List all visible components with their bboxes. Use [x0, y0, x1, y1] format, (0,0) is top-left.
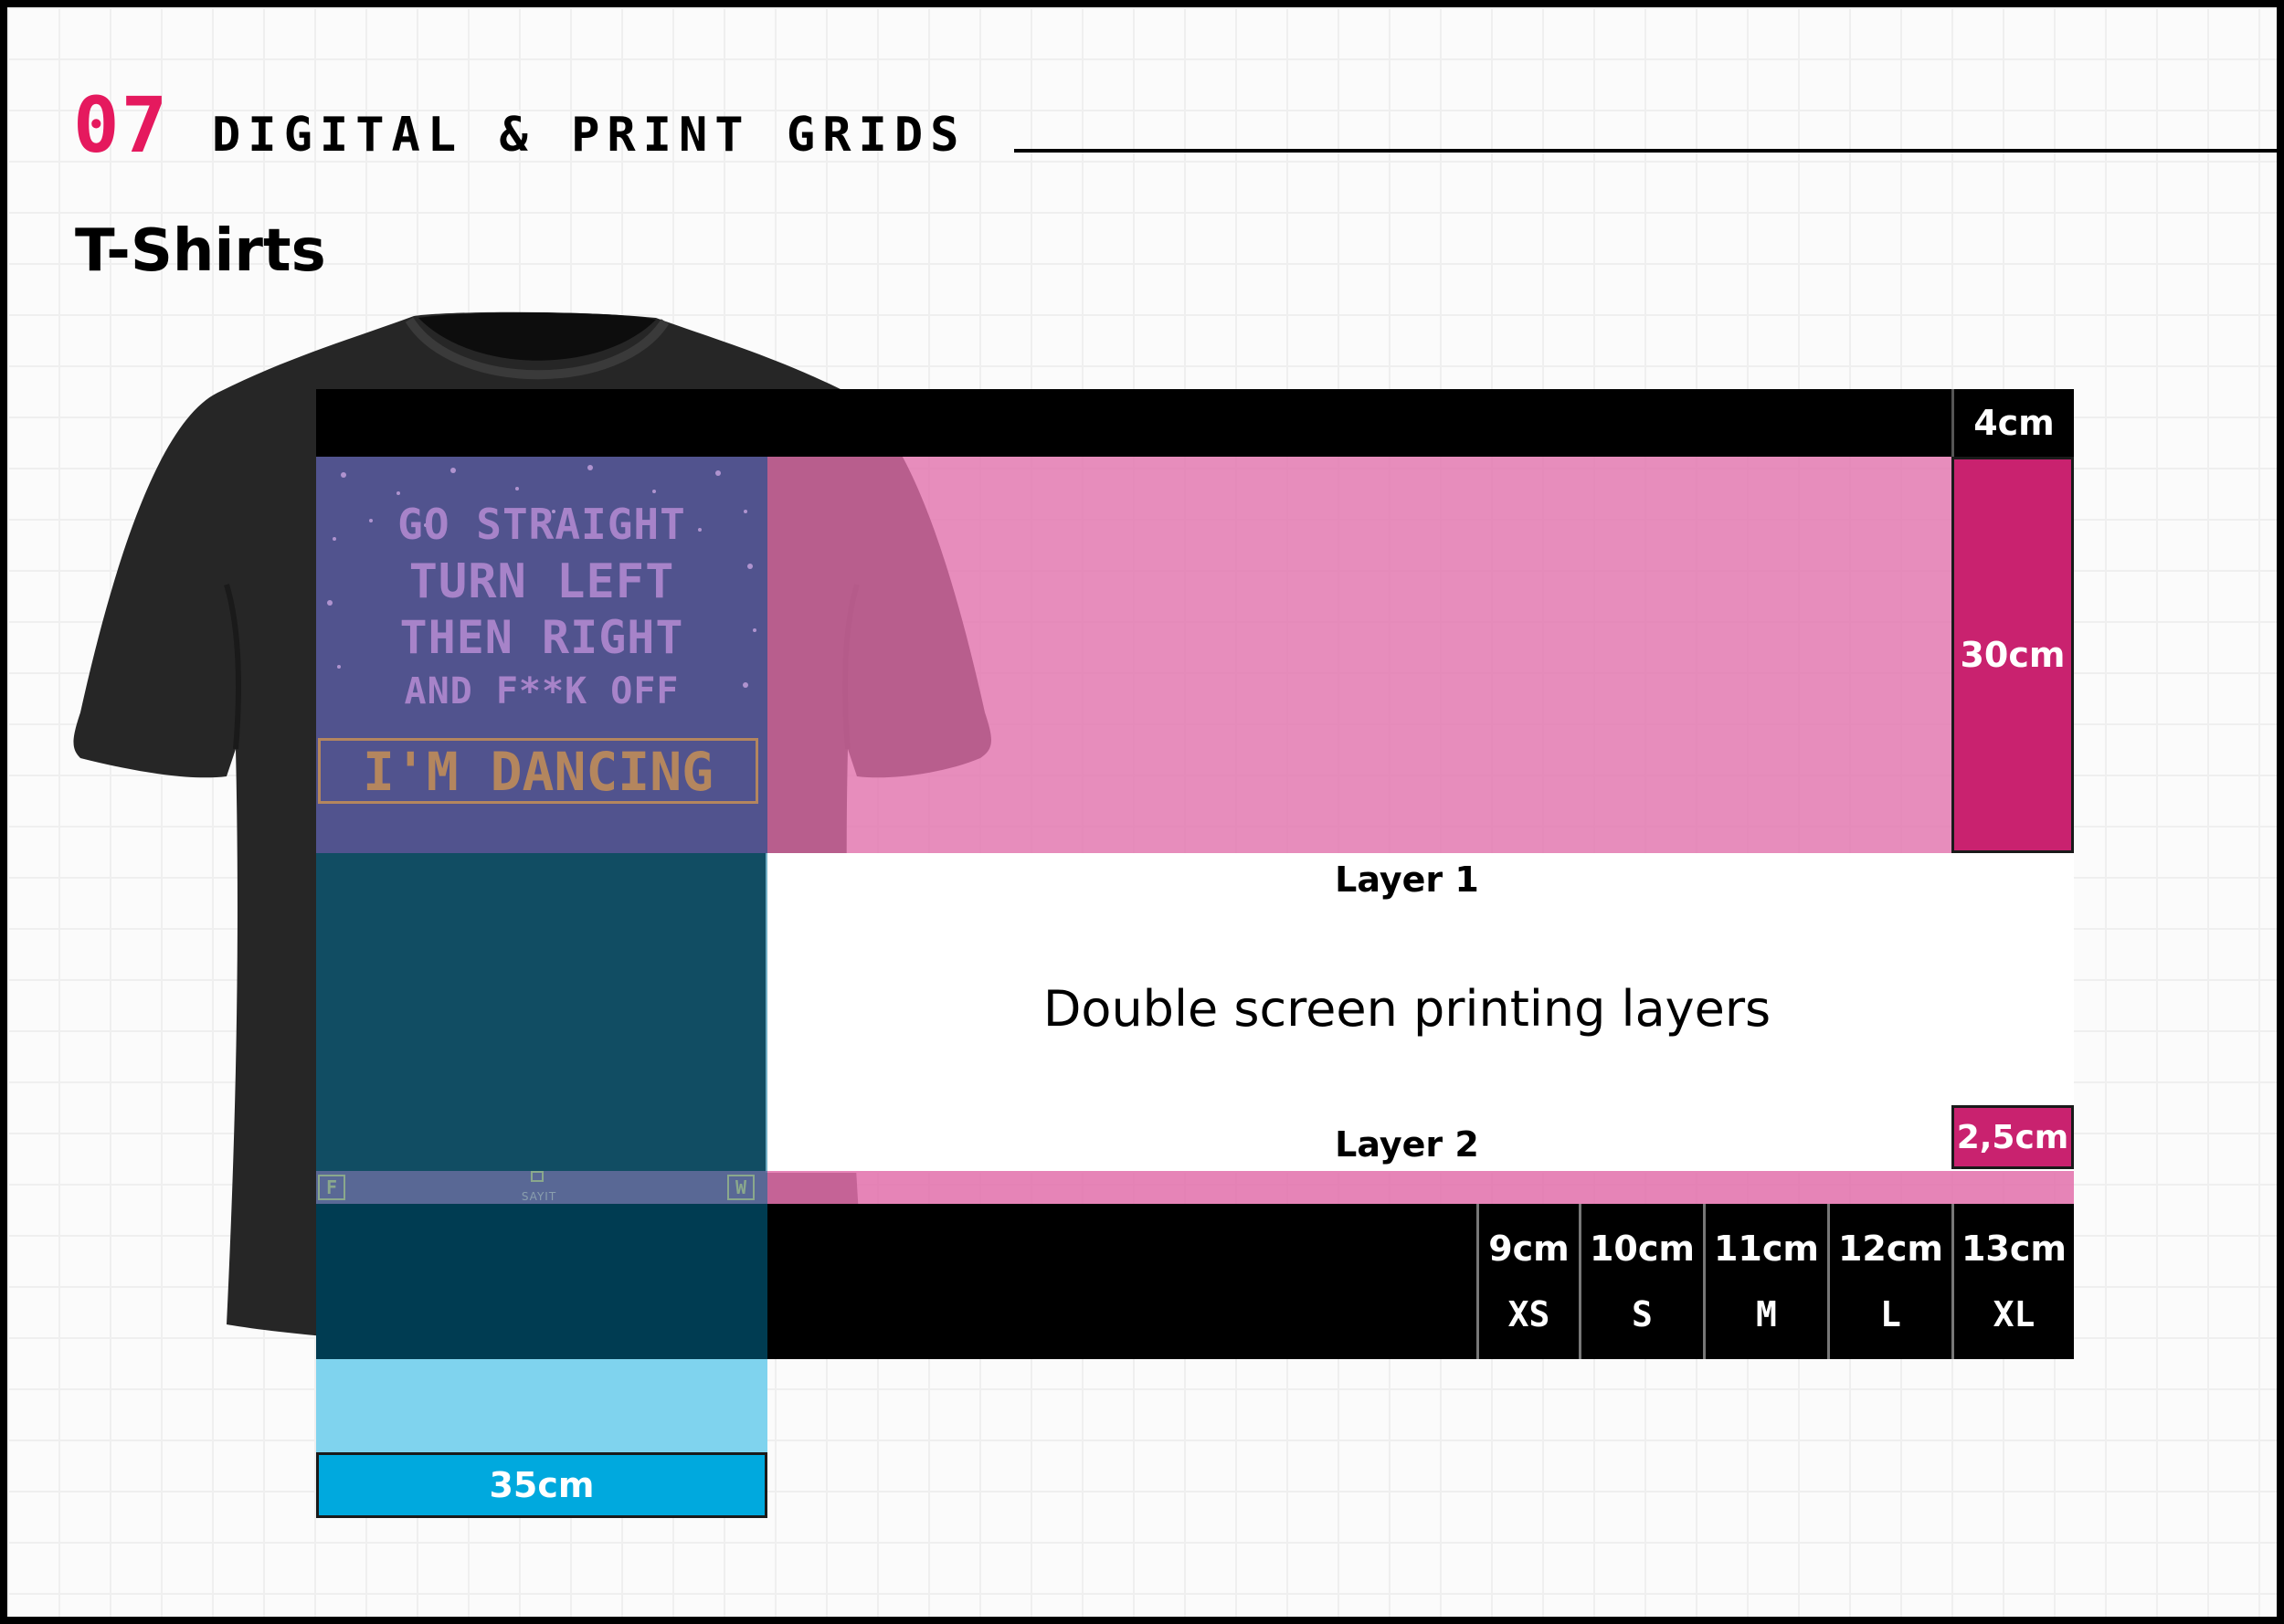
design-badge: I'M DANCING: [318, 738, 758, 804]
size-cell-xs: 9cm XS: [1476, 1204, 1579, 1359]
size-width: 12cm: [1837, 1229, 1943, 1270]
size-cell-m: 11cm M: [1703, 1204, 1827, 1359]
print-width-dimension: 35cm: [316, 1452, 767, 1518]
size-label: S: [1632, 1293, 1653, 1334]
layer1-label: Layer 1: [1335, 859, 1479, 900]
size-cell-s: 10cm S: [1579, 1204, 1703, 1359]
size-label: XL: [1993, 1293, 2036, 1334]
layer2-height-dimension: 2,5cm: [1951, 1105, 2074, 1169]
top-margin-bar: [316, 389, 1951, 457]
brand-label: SAYIT: [521, 1190, 557, 1203]
size-cell-xl: 13cm XL: [1951, 1204, 2074, 1359]
design-line-1: GO STRAIGHT: [397, 500, 686, 549]
size-label: XS: [1507, 1293, 1550, 1334]
design-tag-right: W: [727, 1175, 755, 1200]
design-line-3: THEN RIGHT: [399, 611, 684, 664]
size-cell-l: 12cm L: [1827, 1204, 1951, 1359]
layer1-height-dimension: 30cm: [1951, 457, 2074, 853]
size-label: M: [1756, 1293, 1777, 1334]
size-width: 10cm: [1589, 1229, 1695, 1270]
size-width: 11cm: [1713, 1229, 1819, 1270]
print-width-extension: [316, 1359, 767, 1452]
size-label: L: [1880, 1293, 1901, 1334]
design-line-4: AND F**K OFF: [404, 670, 680, 712]
section-number: 07: [73, 80, 170, 170]
design-line-2: TURN LEFT: [408, 554, 675, 609]
section-title: DIGITAL & PRINT GRIDS: [212, 108, 967, 163]
layer2-label: Layer 2: [1335, 1124, 1479, 1165]
page-subtitle: T-Shirts: [75, 217, 326, 285]
size-width: 9cm: [1488, 1229, 1570, 1270]
brand-icon: [531, 1171, 544, 1182]
design-tag-left: F: [318, 1175, 345, 1200]
size-width: 13cm: [1961, 1229, 2067, 1270]
layers-caption: Double screen printing layers: [1042, 980, 1771, 1038]
heading-rule: [1014, 149, 2277, 153]
top-margin-dimension: 4cm: [1951, 389, 2074, 457]
